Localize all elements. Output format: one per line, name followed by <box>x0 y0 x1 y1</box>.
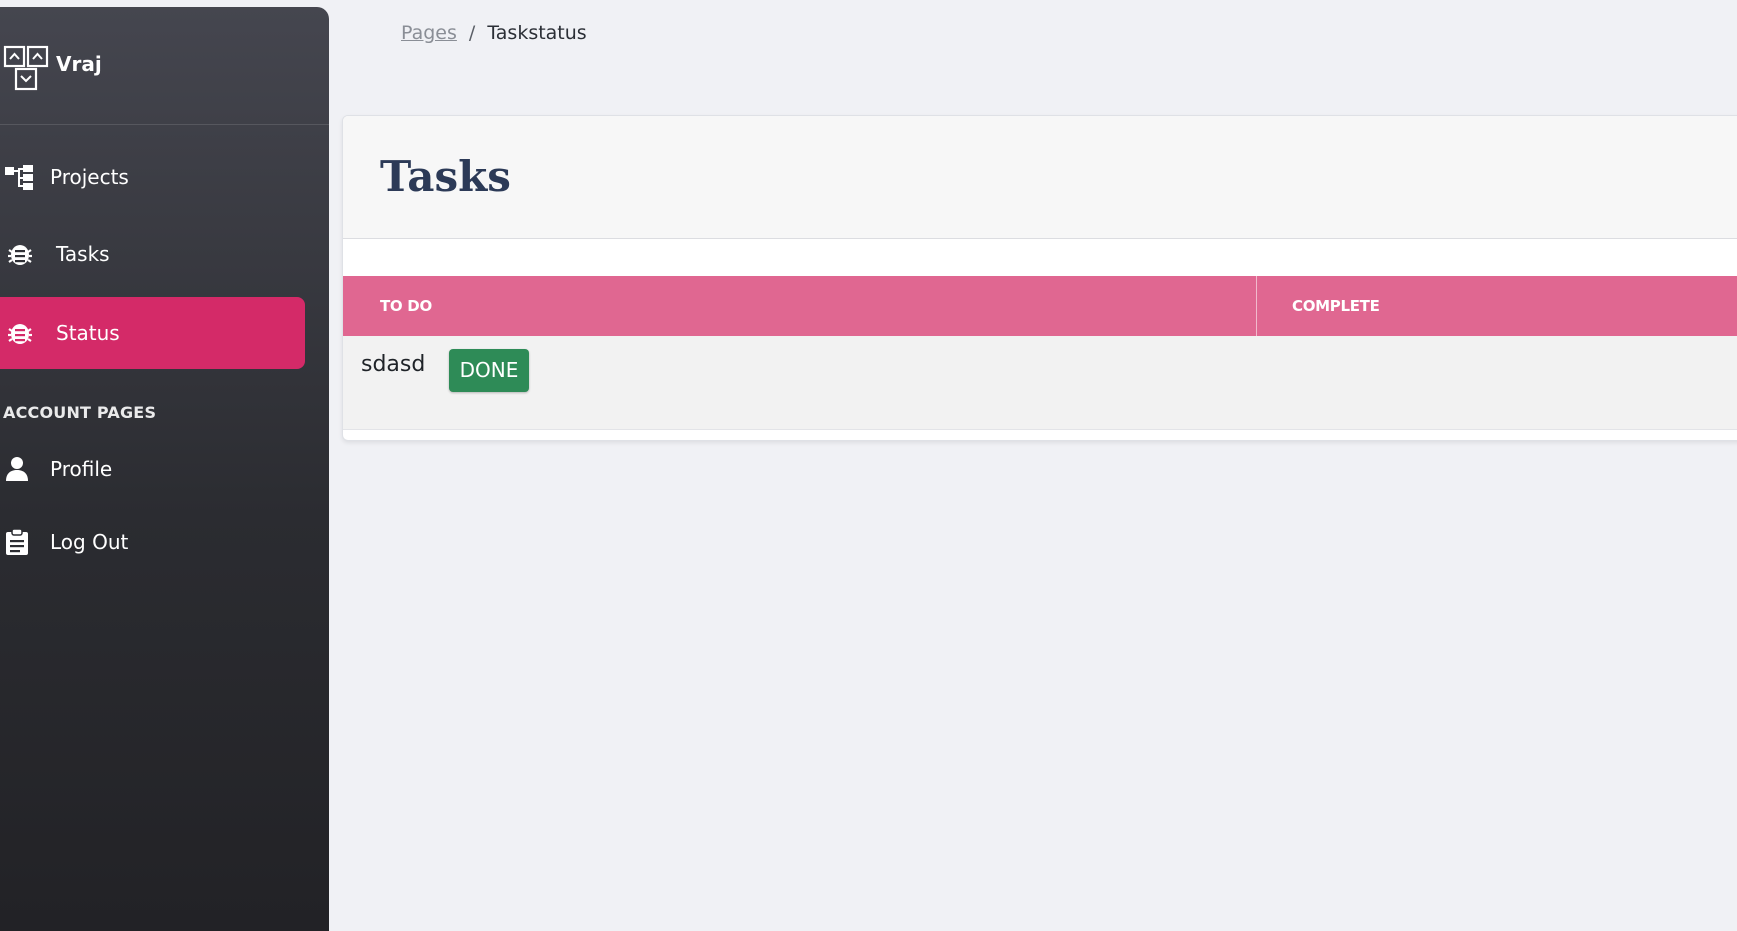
bug-icon <box>8 245 32 265</box>
kanban-logo-icon <box>3 45 49 91</box>
sidebar-item-label: Status <box>56 321 120 345</box>
column-header-complete: COMPLETE <box>1292 297 1380 315</box>
sidebar-item-tasks[interactable]: Tasks <box>0 218 305 290</box>
brand[interactable]: Vraj <box>0 7 329 125</box>
page-title: Tasks <box>380 152 511 201</box>
sidebar-item-label: Log Out <box>50 530 129 554</box>
brand-name: Vraj <box>56 52 102 76</box>
clipboard-icon <box>6 529 28 555</box>
user-icon <box>6 457 28 481</box>
sidebar-item-label: Profile <box>50 457 113 481</box>
breadcrumb-current: Taskstatus <box>487 22 587 44</box>
table-row: sdasd DONE <box>343 336 1737 430</box>
done-button[interactable]: DONE <box>449 349 529 392</box>
sidebar: Vraj Projects Tasks Status ACCOUNT PAGES… <box>0 7 329 931</box>
task-name: sdasd <box>361 352 426 377</box>
tasks-card: Tasks TO DO COMPLETE sdasd DONE <box>342 115 1737 441</box>
breadcrumb-link-pages[interactable]: Pages <box>401 22 457 44</box>
sitemap-icon <box>5 165 33 190</box>
sidebar-item-status[interactable]: Status <box>0 297 305 369</box>
breadcrumb: Pages / Taskstatus <box>401 22 587 44</box>
sidebar-item-label: Tasks <box>56 242 110 266</box>
section-title-account-pages: ACCOUNT PAGES <box>3 403 157 422</box>
sidebar-item-projects[interactable]: Projects <box>0 141 305 213</box>
sidebar-item-profile[interactable]: Profile <box>0 433 305 505</box>
table-header: TO DO COMPLETE <box>343 276 1737 336</box>
breadcrumb-separator: / <box>468 22 476 44</box>
bug-icon <box>8 324 32 344</box>
sidebar-item-label: Projects <box>50 165 129 189</box>
sidebar-item-logout[interactable]: Log Out <box>0 506 305 578</box>
column-divider <box>1256 276 1257 336</box>
column-header-todo: TO DO <box>380 297 432 315</box>
card-header: Tasks <box>343 116 1737 239</box>
